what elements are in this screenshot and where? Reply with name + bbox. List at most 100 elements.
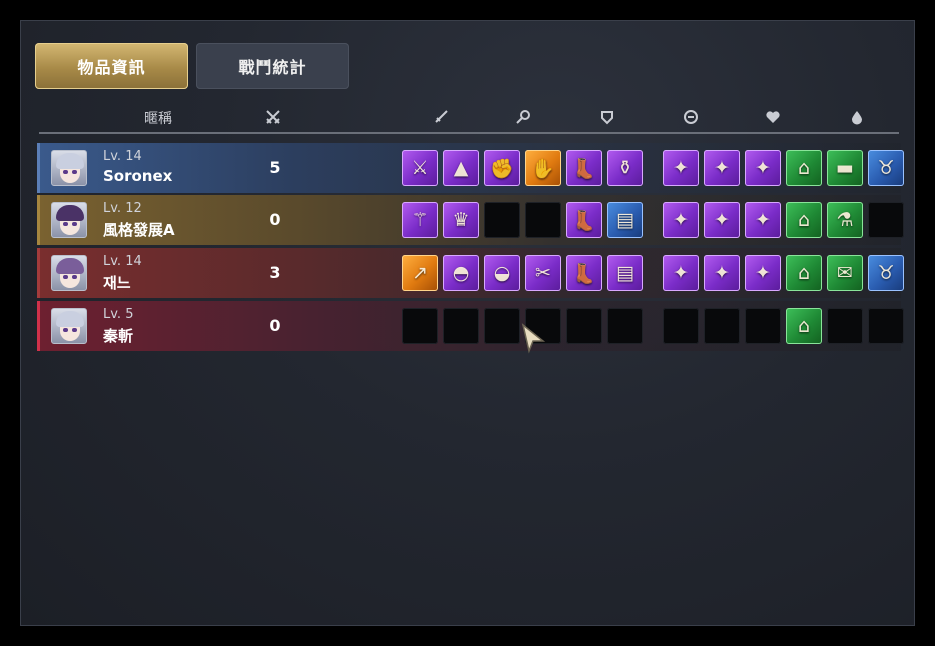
empty-item-slot[interactable] bbox=[402, 308, 438, 344]
mouse-cursor-icon bbox=[521, 323, 546, 354]
item-slot[interactable]: ✋ bbox=[525, 150, 561, 186]
skill-card-icon: ✦ bbox=[755, 209, 771, 231]
hat-icon: ⌂ bbox=[797, 209, 811, 231]
item-slot[interactable]: ⚱ bbox=[607, 150, 643, 186]
tab-item-info[interactable]: 物品資訊 bbox=[35, 43, 188, 89]
item-slot[interactable]: ⚗ bbox=[827, 202, 863, 238]
item-slot[interactable]: ✦ bbox=[663, 150, 699, 186]
flask-icon: ⚗ bbox=[836, 209, 854, 231]
accessory-icon bbox=[515, 109, 531, 125]
empty-item-slot[interactable] bbox=[745, 308, 781, 344]
item-slot[interactable]: ♉ bbox=[868, 255, 904, 291]
item-slot[interactable]: ↗ bbox=[402, 255, 438, 291]
witch-hat-icon: ▲ bbox=[453, 157, 469, 179]
player-row[interactable]: Lv. 12 風格發展A 0 ⚚ ♛ 👢 ▤ ✦ ✦ ✦ ⌂ ⚗ bbox=[37, 195, 904, 245]
item-slot[interactable]: ✊ bbox=[484, 150, 520, 186]
player-level: Lv. 14 bbox=[103, 149, 142, 164]
weapon-icon bbox=[433, 109, 449, 125]
player-avatar[interactable] bbox=[51, 308, 87, 344]
hat-icon: ⌂ bbox=[797, 262, 811, 284]
tab-battle-stats[interactable]: 戰鬥統計 bbox=[196, 43, 349, 89]
item-slot[interactable]: ▤ bbox=[607, 202, 643, 238]
item-slot[interactable]: ◒ bbox=[484, 255, 520, 291]
item-slot[interactable]: ✦ bbox=[745, 150, 781, 186]
item-slot[interactable]: ✦ bbox=[704, 255, 740, 291]
item-slot[interactable]: ♉ bbox=[868, 150, 904, 186]
scroll-icon: ✉ bbox=[837, 262, 853, 284]
gauntlet-icon: ✊ bbox=[490, 157, 514, 180]
empty-item-slot[interactable] bbox=[484, 308, 520, 344]
row-accent-bar bbox=[37, 248, 40, 298]
row-accent-bar bbox=[37, 143, 40, 193]
player-name: 風格發展A bbox=[103, 221, 175, 239]
empty-item-slot[interactable] bbox=[827, 308, 863, 344]
tab-bar: 物品資訊 戰鬥統計 bbox=[35, 43, 349, 89]
skill-card-icon: ✦ bbox=[673, 209, 689, 231]
empty-item-slot[interactable] bbox=[663, 308, 699, 344]
item-slot[interactable]: ▤ bbox=[607, 255, 643, 291]
player-avatar[interactable] bbox=[51, 150, 87, 186]
skill-card-icon: ✦ bbox=[714, 209, 730, 231]
staff-icon: ⚚ bbox=[411, 209, 429, 231]
item-slot[interactable]: 👢 bbox=[566, 202, 602, 238]
player-name: 秦斬 bbox=[103, 327, 134, 345]
nickname-column-header: 暱稱 bbox=[144, 111, 172, 127]
item-slot[interactable]: 👢 bbox=[566, 150, 602, 186]
kill-count: 0 bbox=[269, 210, 281, 229]
item-slot[interactable]: 👢 bbox=[566, 255, 602, 291]
book-icon: ▤ bbox=[616, 262, 634, 284]
item-slot[interactable]: ⚔ bbox=[402, 150, 438, 186]
hood-icon: ◓ bbox=[452, 262, 470, 284]
boots-icon: 👢 bbox=[572, 209, 596, 232]
spear-icon: ↗ bbox=[412, 262, 428, 284]
glove-icon: ✋ bbox=[531, 157, 555, 180]
item-slot[interactable]: ✦ bbox=[704, 202, 740, 238]
log-icon: ▬ bbox=[836, 157, 854, 179]
player-row[interactable]: Lv. 5 秦斬 0 ⌂ bbox=[37, 301, 904, 351]
empty-item-slot[interactable] bbox=[868, 308, 904, 344]
player-row[interactable]: Lv. 14 재느 3 ↗ ◓ ◒ ✂ 👢 ▤ ✦ ✦ ✦ ⌂ ✉ ♉ bbox=[37, 248, 904, 298]
player-avatar[interactable] bbox=[51, 255, 87, 291]
player-avatar[interactable] bbox=[51, 202, 87, 238]
bull-head-icon: ♉ bbox=[877, 262, 895, 284]
crown-icon: ♛ bbox=[452, 209, 470, 231]
header-divider bbox=[39, 132, 899, 134]
item-slot[interactable]: ✦ bbox=[704, 150, 740, 186]
item-slot[interactable]: ✦ bbox=[745, 202, 781, 238]
player-row[interactable]: Lv. 14 Soronex 5 ⚔ ▲ ✊ ✋ 👢 ⚱ ✦ ✦ ✦ ⌂ ▬ ♉ bbox=[37, 143, 904, 193]
empty-item-slot[interactable] bbox=[868, 202, 904, 238]
empty-item-slot[interactable] bbox=[607, 308, 643, 344]
item-slot[interactable]: ▬ bbox=[827, 150, 863, 186]
helmet-icon: ◒ bbox=[493, 262, 511, 284]
hat-icon: ⌂ bbox=[797, 157, 811, 179]
empty-item-slot[interactable] bbox=[484, 202, 520, 238]
item-slot[interactable]: ⚚ bbox=[402, 202, 438, 238]
item-slot[interactable]: ◓ bbox=[443, 255, 479, 291]
armor-icon bbox=[599, 109, 615, 125]
item-slot[interactable]: ✉ bbox=[827, 255, 863, 291]
skill-card-icon bbox=[683, 109, 699, 125]
item-slot[interactable]: ✦ bbox=[663, 255, 699, 291]
empty-item-slot[interactable] bbox=[443, 308, 479, 344]
item-slot[interactable]: ⌂ bbox=[786, 150, 822, 186]
item-slot[interactable]: ⌂ bbox=[786, 308, 822, 344]
skill-card-icon: ✦ bbox=[755, 157, 771, 179]
empty-item-slot[interactable] bbox=[704, 308, 740, 344]
empty-item-slot[interactable] bbox=[566, 308, 602, 344]
item-slot[interactable]: ♛ bbox=[443, 202, 479, 238]
hat-icon: ⌂ bbox=[797, 315, 811, 337]
skill-card-icon: ✦ bbox=[755, 262, 771, 284]
kill-count: 3 bbox=[269, 263, 281, 282]
sword-icon: ⚔ bbox=[411, 157, 429, 179]
empty-item-slot[interactable] bbox=[525, 202, 561, 238]
item-slot[interactable]: ✦ bbox=[663, 202, 699, 238]
skill-card-icon: ✦ bbox=[673, 262, 689, 284]
item-slot[interactable]: ⌂ bbox=[786, 255, 822, 291]
item-slot[interactable]: ⌂ bbox=[786, 202, 822, 238]
book-icon: ▤ bbox=[616, 209, 634, 231]
item-slot[interactable]: ✂ bbox=[525, 255, 561, 291]
item-slot[interactable]: ▲ bbox=[443, 150, 479, 186]
potion-icon bbox=[849, 109, 865, 125]
item-slot[interactable]: ✦ bbox=[745, 255, 781, 291]
player-name: 재느 bbox=[103, 274, 131, 292]
